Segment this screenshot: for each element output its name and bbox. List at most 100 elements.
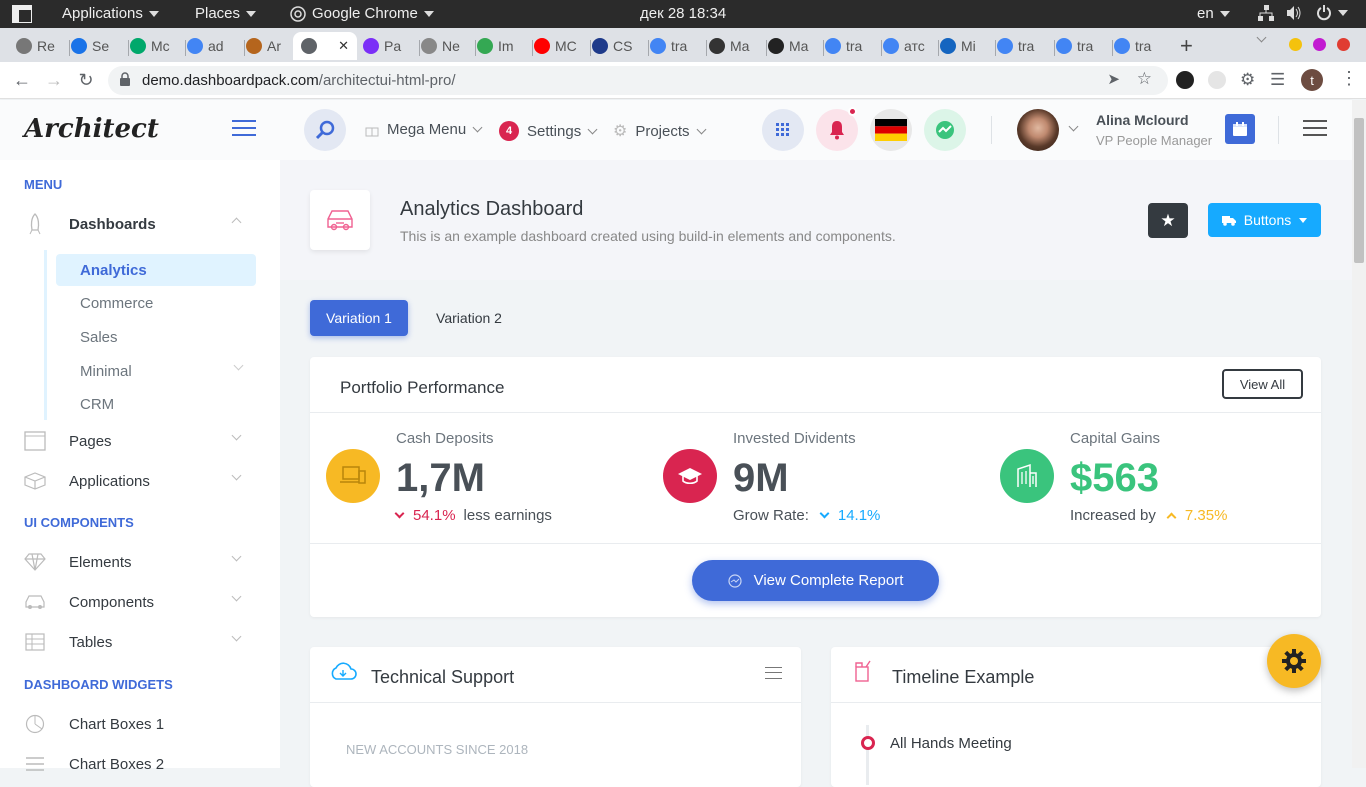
stat-change-text: less earnings (463, 507, 552, 524)
timeline-item: All Hands Meeting (890, 735, 1012, 752)
forward-arrow-icon[interactable]: → (43, 70, 65, 91)
browser-app-menu[interactable]: Google Chrome (290, 5, 434, 22)
browser-tab[interactable]: tra (825, 32, 880, 60)
lighter-icon (853, 659, 875, 688)
sidebar-toggle-icon[interactable] (232, 120, 256, 136)
tab-label: Mc (151, 38, 170, 54)
sidebar-item-chart-boxes-1[interactable]: Chart Boxes 1 (24, 706, 254, 742)
places-menu[interactable]: Places (195, 5, 257, 22)
view-all-button[interactable]: View All (1222, 369, 1303, 399)
browser-label: Google Chrome (312, 5, 418, 22)
sidebar-item-applications[interactable]: Applications (24, 463, 254, 499)
reading-list-icon[interactable]: ☰ (1270, 70, 1285, 90)
calendar-button[interactable] (1225, 114, 1255, 144)
extension-icon[interactable] (1208, 71, 1226, 89)
browser-tab[interactable]: Re (16, 32, 68, 60)
projects-menu[interactable]: ⚙ Projects (613, 121, 706, 141)
browser-tab[interactable]: ad (187, 32, 243, 60)
sidebar-sub-sales[interactable]: Sales (56, 321, 256, 353)
reload-icon[interactable]: ↻ (75, 70, 97, 91)
browser-tab[interactable]: Mc (130, 32, 184, 60)
url-host: demo.dashboardpack.com (142, 72, 319, 89)
browser-tab[interactable]: tra (1056, 32, 1111, 60)
address-bar[interactable]: demo.dashboardpack.com/architectui-html-… (108, 66, 1168, 95)
browser-tab-active[interactable]: ✕ (293, 32, 357, 60)
clock[interactable]: дек 28 18:34 (640, 5, 726, 22)
new-tab-button[interactable]: + (1180, 33, 1193, 59)
volume-icon[interactable] (1286, 5, 1302, 21)
user-avatar[interactable] (1017, 109, 1059, 151)
sidebar-item-components[interactable]: Components (24, 584, 254, 620)
tab-variation-2[interactable]: Variation 2 (424, 300, 514, 336)
buttons-label: Buttons (1243, 212, 1292, 228)
browser-tab[interactable]: Ma (768, 32, 822, 60)
truck-icon (1221, 216, 1236, 226)
theme-settings-button[interactable] (1267, 634, 1321, 688)
settings-menu[interactable]: 4 Settings (499, 121, 598, 141)
sidebar-item-dashboards[interactable]: Dashboards (24, 206, 254, 242)
sidebar-sub-minimal[interactable]: Minimal (56, 355, 256, 387)
applications-menu[interactable]: Applications (62, 5, 159, 22)
browser-tab[interactable]: Mi (940, 32, 994, 60)
logo[interactable]: Architect (24, 114, 159, 144)
sidebar-item-elements[interactable]: Elements (24, 544, 254, 580)
browser-tab[interactable]: Pa (363, 32, 418, 60)
browser-tab[interactable]: Ma (709, 32, 765, 60)
sidebar-item-tables[interactable]: Tables (24, 624, 254, 660)
language-button[interactable] (870, 109, 912, 151)
sidebar-sub-analytics[interactable]: Analytics (56, 254, 256, 286)
back-arrow-icon[interactable]: ← (11, 70, 33, 91)
os-menu-icon[interactable] (12, 5, 32, 23)
activity-button[interactable] (924, 109, 966, 151)
window-minimize-button[interactable] (1289, 38, 1302, 51)
apps-grid-button[interactable] (762, 109, 804, 151)
browser-tab[interactable]: Ne (421, 32, 474, 60)
power-icon[interactable] (1316, 5, 1348, 21)
page-scrollbar[interactable] (1352, 100, 1366, 768)
browser-tab[interactable]: Im (477, 32, 531, 60)
mega-menu[interactable]: Mega Menu (365, 121, 483, 138)
tab-label: ad (208, 38, 224, 54)
more-menu-icon[interactable]: ⋮ (1340, 68, 1358, 89)
browser-tab[interactable]: Se (71, 32, 127, 60)
browser-tab[interactable]: tra (650, 32, 705, 60)
sidebar-sub-crm[interactable]: CRM (56, 388, 256, 420)
list-menu-icon[interactable] (765, 667, 782, 679)
language-menu[interactable]: en (1197, 5, 1230, 22)
browser-tab[interactable]: tra (1114, 32, 1169, 60)
search-button[interactable] (304, 109, 346, 151)
page-title: Analytics Dashboard (400, 198, 584, 220)
buttons-dropdown[interactable]: Buttons (1208, 203, 1321, 237)
tab-favicon-icon (768, 38, 784, 54)
puzzle-extensions-icon[interactable]: ⚙ (1240, 70, 1255, 90)
network-icon[interactable] (1258, 5, 1274, 21)
extension-icon[interactable] (1176, 71, 1194, 89)
browser-tab[interactable]: CS (592, 32, 647, 60)
scrollbar-thumb[interactable] (1354, 118, 1364, 263)
window-maximize-button[interactable] (1313, 38, 1326, 51)
browser-tab[interactable]: Ar (246, 32, 298, 60)
caret-down-icon (148, 10, 159, 17)
view-complete-report-button[interactable]: View Complete Report (692, 560, 939, 601)
window-close-button[interactable] (1337, 38, 1350, 51)
tab-search-icon[interactable] (1256, 32, 1267, 43)
menu-toggle-icon[interactable] (1303, 120, 1327, 136)
sidebar-sub-commerce[interactable]: Commerce (56, 287, 256, 319)
tab-favicon-icon (709, 38, 725, 54)
sidebar-item-chart-boxes-2[interactable]: Chart Boxes 2 (24, 746, 254, 782)
star-bookmark-icon[interactable]: ☆ (1137, 69, 1152, 89)
favorite-button[interactable]: ★ (1148, 203, 1188, 238)
browser-tab[interactable]: MC (534, 32, 589, 60)
profile-avatar[interactable]: t (1301, 69, 1323, 91)
chevron-down-icon[interactable] (1068, 121, 1079, 132)
tab-label: tra (1077, 38, 1094, 54)
browser-tab[interactable]: tra (997, 32, 1053, 60)
send-icon[interactable]: ➤ (1107, 70, 1120, 88)
stat-change-value: 54.1% (413, 507, 456, 524)
browser-tab[interactable]: атс (883, 32, 937, 60)
caret-down-icon (1299, 217, 1308, 223)
tab-close-icon[interactable]: ✕ (338, 38, 349, 54)
tab-variation-1[interactable]: Variation 1 (310, 300, 408, 336)
sidebar-item-pages[interactable]: Pages (24, 423, 254, 459)
notifications-button[interactable] (816, 107, 858, 151)
